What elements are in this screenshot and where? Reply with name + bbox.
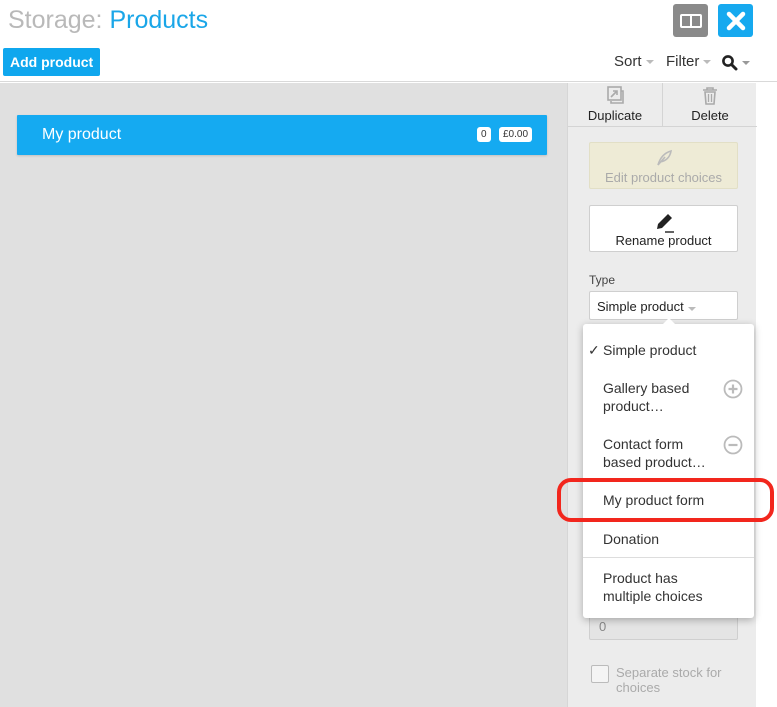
type-select[interactable]: Simple product xyxy=(589,291,738,320)
search-dropdown[interactable] xyxy=(721,54,750,71)
delete-button[interactable]: Delete xyxy=(663,83,757,127)
highlight-annotation xyxy=(557,478,774,522)
chevron-down-icon xyxy=(687,307,696,311)
count-badge: 0 xyxy=(477,127,491,142)
menu-item-label: Product has multiple choices xyxy=(603,570,703,604)
type-label: Type xyxy=(589,273,616,287)
menu-item-label: Simple product xyxy=(603,342,697,358)
separate-stock-checkbox[interactable] xyxy=(591,665,609,683)
close-button[interactable] xyxy=(718,4,753,37)
price-badge: £0.00 xyxy=(499,127,533,142)
type-value: Simple product xyxy=(597,299,684,314)
menu-item-gallery-product[interactable]: Gallery based product… xyxy=(583,379,754,417)
duplicate-button[interactable]: Duplicate xyxy=(568,83,662,127)
delete-label: Delete xyxy=(691,108,729,123)
add-product-button[interactable]: Add product xyxy=(3,48,101,76)
menu-item-label: Donation xyxy=(603,531,660,547)
menu-divider xyxy=(583,557,754,558)
product-list: My product 0 £0.00 xyxy=(0,83,567,707)
separate-stock-option[interactable]: Separate stock for choices xyxy=(591,665,741,695)
chevron-down-icon xyxy=(645,59,654,64)
rename-label: Rename product xyxy=(615,233,712,248)
product-row[interactable]: My product 0 £0.00 xyxy=(17,115,547,155)
side-actions: Duplicate Delete xyxy=(568,83,757,127)
menu-item-label: Contact form based product… xyxy=(603,436,706,470)
title-accent: Products xyxy=(109,6,209,34)
menu-item-label: Gallery based product… xyxy=(603,380,690,414)
pencil-icon xyxy=(656,214,674,233)
close-icon xyxy=(726,11,745,30)
menu-item-donation[interactable]: Donation xyxy=(583,530,754,550)
sort-dropdown[interactable]: Sort xyxy=(614,53,654,70)
chevron-down-icon xyxy=(742,60,750,65)
title-prefix: Storage: xyxy=(8,6,110,34)
menu-item-contact-form-product[interactable]: Contact form based product… xyxy=(583,435,754,473)
filter-label: Filter xyxy=(666,53,700,70)
sort-label: Sort xyxy=(614,53,642,70)
type-dropdown-menu: ✓ Simple product Gallery based product… … xyxy=(583,318,754,618)
separate-stock-label: Separate stock for choices xyxy=(616,665,722,695)
minus-circle-icon xyxy=(723,435,743,455)
product-name: My product xyxy=(42,126,122,143)
panel-toggle-button[interactable] xyxy=(673,4,708,37)
menu-item-multiple-choices[interactable]: Product has multiple choices xyxy=(583,569,754,607)
chevron-down-icon xyxy=(703,59,712,64)
duplicate-label: Duplicate xyxy=(587,108,643,123)
checkmark-icon: ✓ xyxy=(588,342,600,358)
trash-icon xyxy=(703,87,717,105)
plus-circle-icon xyxy=(723,379,743,399)
menu-item-simple-product[interactable]: ✓ Simple product xyxy=(583,341,754,361)
feather-icon xyxy=(656,149,672,166)
edit-choices-label: Edit product choices xyxy=(604,170,723,185)
filter-dropdown[interactable]: Filter xyxy=(666,53,712,70)
rename-product-button[interactable]: Rename product xyxy=(589,205,738,252)
duplicate-icon xyxy=(607,86,624,104)
header: Storage: Products Add product Sort Filte… xyxy=(0,0,777,82)
page-title: Storage: Products xyxy=(8,6,208,35)
search-icon xyxy=(722,55,738,71)
edit-product-choices-button[interactable]: Edit product choices xyxy=(589,142,738,189)
panel-layout-icon xyxy=(679,13,702,28)
